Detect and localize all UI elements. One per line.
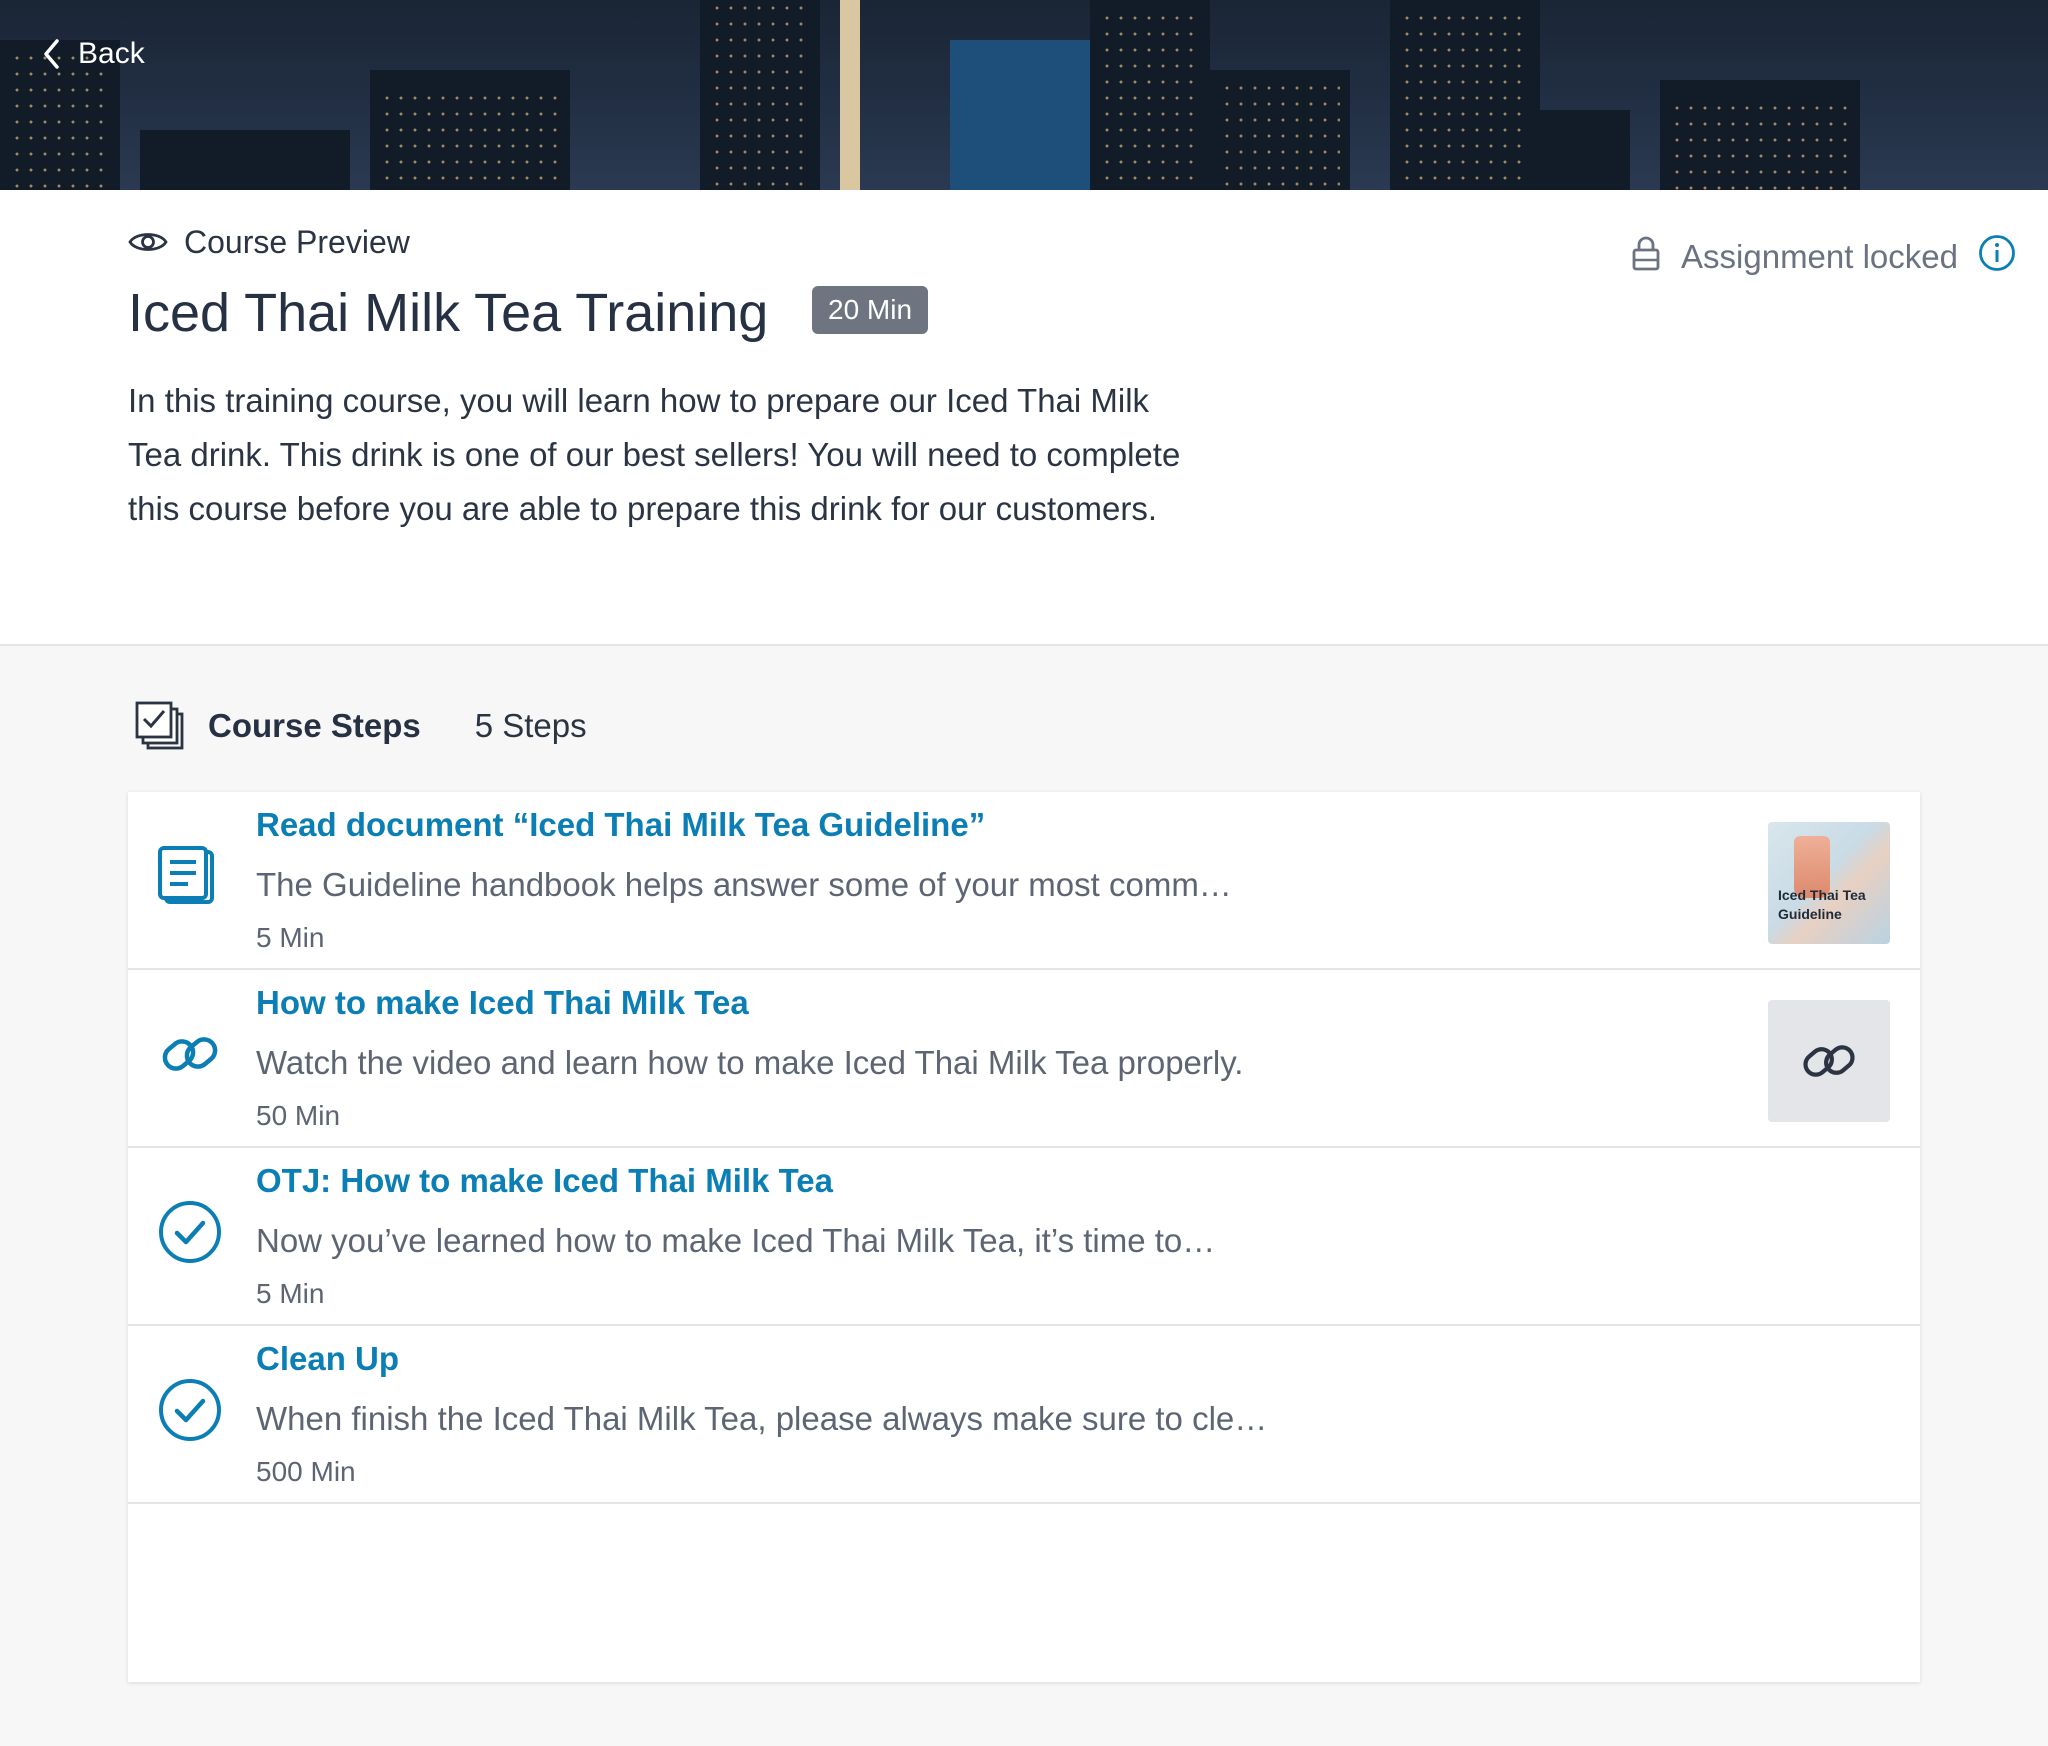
step-title: Read document “Iced Thai Milk Tea Guidel… <box>256 806 986 843</box>
lock-icon <box>1631 234 1661 280</box>
info-icon[interactable] <box>1978 234 2016 280</box>
link-icon <box>158 1022 222 1086</box>
document-icon <box>158 844 222 908</box>
step-duration: 500 Min <box>256 1456 356 1487</box>
course-steps-header: Course Steps 5 Steps <box>134 696 587 756</box>
step-title: OTJ: How to make Iced Thai Milk Tea <box>256 1162 834 1199</box>
step-title: Clean Up <box>256 1340 400 1377</box>
eye-icon <box>128 233 168 251</box>
course-info-panel: Course Preview Iced Thai Milk Tea Traini… <box>0 190 2048 646</box>
assignment-status-label: Assignment locked <box>1681 238 1958 275</box>
step-row-video-link[interactable]: How to make Iced Thai Milk Tea Watch the… <box>128 970 1920 1148</box>
course-title: Iced Thai Milk Tea Training <box>128 283 769 343</box>
course-steps-title: Course Steps <box>208 707 421 744</box>
chevron-left-icon <box>44 39 59 69</box>
check-circle-icon <box>158 1200 222 1264</box>
check-circle-icon <box>158 1378 222 1442</box>
step-description: Now you’ve learned how to make Iced Thai… <box>256 1222 1216 1259</box>
back-button[interactable]: Back <box>40 32 145 76</box>
step-row-clean-up[interactable]: Clean Up When finish the Iced Thai Milk … <box>128 1326 1920 1504</box>
document-thumbnail-label: Iced Thai Tea Guideline <box>1778 887 1866 922</box>
link-thumbnail <box>1768 1000 1890 1122</box>
step-description: When finish the Iced Thai Milk Tea, plea… <box>256 1400 1268 1437</box>
course-description: In this training course, you will learn … <box>128 382 1181 527</box>
course-steps-count: 5 Steps <box>474 707 587 744</box>
step-description: The Guideline handbook helps answer some… <box>256 866 1232 903</box>
step-duration: 5 Min <box>256 922 325 953</box>
back-label: Back <box>78 37 145 70</box>
step-duration: 5 Min <box>256 1278 325 1309</box>
step-title: How to make Iced Thai Milk Tea <box>256 984 749 1021</box>
link-icon <box>1803 1045 1855 1077</box>
header-banner: Back <box>0 0 2048 190</box>
stacked-checklist-icon <box>135 701 184 750</box>
course-preview-label: Course Preview <box>128 220 410 264</box>
step-row-otj[interactable]: OTJ: How to make Iced Thai Milk Tea Now … <box>128 1148 1920 1326</box>
assignment-status: Assignment locked <box>1631 232 2016 282</box>
step-duration: 50 Min <box>256 1100 341 1131</box>
course-steps-list: Read document “Iced Thai Milk Tea Guidel… <box>128 792 1920 1682</box>
step-description: Watch the video and learn how to make Ic… <box>256 1044 1244 1081</box>
document-thumbnail: Iced Thai Tea Guideline <box>1768 822 1890 944</box>
course-preview-text: Course Preview <box>184 223 410 260</box>
duration-badge: 20 Min <box>812 286 929 334</box>
step-row-read-document[interactable]: Read document “Iced Thai Milk Tea Guidel… <box>128 792 1920 970</box>
